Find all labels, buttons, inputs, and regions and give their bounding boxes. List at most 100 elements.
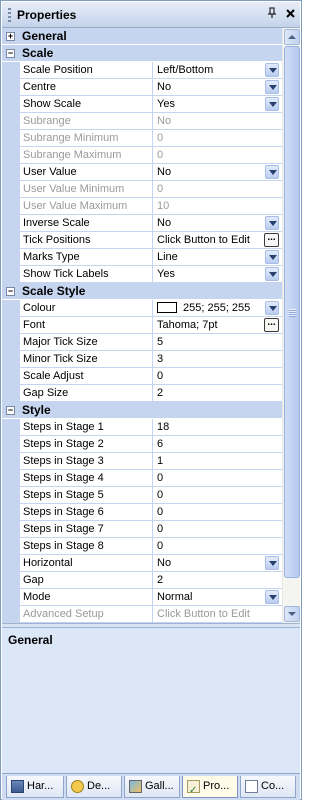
- tab-hardware[interactable]: Har...: [6, 776, 64, 798]
- property-row[interactable]: Colour 255; 255; 255: [2, 300, 282, 317]
- property-name[interactable]: Gap: [20, 572, 153, 588]
- collapse-icon[interactable]: −: [6, 406, 15, 415]
- property-name[interactable]: Scale Position: [20, 62, 153, 78]
- property-name[interactable]: Tick Positions: [20, 232, 153, 248]
- property-name[interactable]: User Value: [20, 164, 153, 180]
- property-name[interactable]: Show Tick Labels: [20, 266, 153, 282]
- property-value[interactable]: Yes: [154, 96, 282, 112]
- dropdown-arrow-icon[interactable]: [265, 590, 279, 604]
- property-row[interactable]: Inverse Scale No: [2, 215, 282, 232]
- property-value[interactable]: 3: [154, 351, 282, 367]
- property-value[interactable]: 0: [154, 470, 282, 486]
- property-row[interactable]: Horizontal No: [2, 555, 282, 572]
- property-row[interactable]: Show Tick Labels Yes: [2, 266, 282, 283]
- property-name[interactable]: Scale Adjust: [20, 368, 153, 384]
- tab-properties[interactable]: ✓ Pro...: [182, 776, 238, 798]
- property-row[interactable]: Steps in Stage 1 18: [2, 419, 282, 436]
- category-general[interactable]: + General: [2, 28, 282, 45]
- property-name[interactable]: Mode: [20, 589, 153, 605]
- collapse-icon[interactable]: −: [6, 287, 15, 296]
- category-style[interactable]: − Style: [2, 402, 282, 419]
- property-row[interactable]: Scale Position Left/Bottom: [2, 62, 282, 79]
- property-value[interactable]: Yes: [154, 266, 282, 282]
- property-name[interactable]: Steps in Stage 6: [20, 504, 153, 520]
- property-value[interactable]: Left/Bottom: [154, 62, 282, 78]
- property-value[interactable]: Line: [154, 249, 282, 265]
- close-icon[interactable]: [283, 7, 297, 21]
- property-name[interactable]: Steps in Stage 2: [20, 436, 153, 452]
- property-value[interactable]: 0: [154, 538, 282, 554]
- property-row[interactable]: Mode Normal: [2, 589, 282, 606]
- property-row[interactable]: Steps in Stage 26: [2, 436, 282, 453]
- property-name[interactable]: Major Tick Size: [20, 334, 153, 350]
- category-scale[interactable]: − Scale: [2, 45, 282, 62]
- category-scale-style[interactable]: − Scale Style: [2, 283, 282, 300]
- property-row[interactable]: Marks Type Line: [2, 249, 282, 266]
- property-row[interactable]: Steps in Stage 50: [2, 487, 282, 504]
- property-value[interactable]: 0: [154, 504, 282, 520]
- scroll-up-button[interactable]: [284, 29, 300, 45]
- panel-titlebar[interactable]: Properties: [2, 2, 300, 28]
- property-name[interactable]: Marks Type: [20, 249, 153, 265]
- property-row[interactable]: Major Tick Size 5: [2, 334, 282, 351]
- property-name[interactable]: Inverse Scale: [20, 215, 153, 231]
- property-row[interactable]: Steps in Stage 80: [2, 538, 282, 555]
- property-value[interactable]: 18: [154, 419, 282, 435]
- dropdown-arrow-icon[interactable]: [265, 63, 279, 77]
- dropdown-arrow-icon[interactable]: [265, 556, 279, 570]
- property-value[interactable]: 255; 255; 255: [154, 300, 282, 316]
- scroll-down-button[interactable]: [284, 606, 300, 622]
- property-row[interactable]: User Value No: [2, 164, 282, 181]
- property-name[interactable]: Minor Tick Size: [20, 351, 153, 367]
- property-value[interactable]: No: [154, 215, 282, 231]
- property-name[interactable]: Show Scale: [20, 96, 153, 112]
- scroll-thumb[interactable]: [284, 46, 300, 578]
- property-value[interactable]: 0: [154, 487, 282, 503]
- property-value[interactable]: Tahoma; 7pt...: [154, 317, 282, 333]
- property-name[interactable]: Steps in Stage 1: [20, 419, 153, 435]
- property-value[interactable]: 6: [154, 436, 282, 452]
- collapse-icon[interactable]: −: [6, 49, 15, 58]
- tab-gallery[interactable]: Gall...: [124, 776, 180, 798]
- property-name[interactable]: Gap Size: [20, 385, 153, 401]
- property-row[interactable]: Steps in Stage 60: [2, 504, 282, 521]
- property-name[interactable]: Steps in Stage 7: [20, 521, 153, 537]
- property-value[interactable]: 2: [154, 572, 282, 588]
- dropdown-arrow-icon[interactable]: [265, 250, 279, 264]
- property-name[interactable]: Steps in Stage 5: [20, 487, 153, 503]
- property-value[interactable]: Click Button to Edit...: [154, 232, 282, 248]
- property-row[interactable]: Tick Positions Click Button to Edit...: [2, 232, 282, 249]
- property-row[interactable]: Gap 2: [2, 572, 282, 589]
- vertical-scrollbar[interactable]: [282, 28, 300, 623]
- property-value[interactable]: 2: [154, 385, 282, 401]
- property-name[interactable]: Horizontal: [20, 555, 153, 571]
- property-name[interactable]: Steps in Stage 4: [20, 470, 153, 486]
- property-row[interactable]: Steps in Stage 40: [2, 470, 282, 487]
- property-row[interactable]: Centre No: [2, 79, 282, 96]
- dropdown-arrow-icon[interactable]: [265, 267, 279, 281]
- property-value[interactable]: Normal: [154, 589, 282, 605]
- property-row[interactable]: Show Scale Yes: [2, 96, 282, 113]
- property-row[interactable]: Scale Adjust 0: [2, 368, 282, 385]
- pin-icon[interactable]: [265, 7, 279, 21]
- property-name[interactable]: Colour: [20, 300, 153, 316]
- property-row[interactable]: Steps in Stage 31: [2, 453, 282, 470]
- property-row[interactable]: Steps in Stage 70: [2, 521, 282, 538]
- property-name[interactable]: Steps in Stage 3: [20, 453, 153, 469]
- property-row[interactable]: Font Tahoma; 7pt...: [2, 317, 282, 334]
- property-row[interactable]: Gap Size 2: [2, 385, 282, 402]
- expand-icon[interactable]: +: [6, 32, 15, 41]
- property-value[interactable]: 0: [154, 521, 282, 537]
- drag-grip[interactable]: [8, 8, 11, 22]
- property-value[interactable]: No: [154, 164, 282, 180]
- property-name[interactable]: Steps in Stage 8: [20, 538, 153, 554]
- ellipsis-button[interactable]: ...: [264, 233, 279, 247]
- tab-console[interactable]: Co...: [240, 776, 296, 798]
- property-name[interactable]: Font: [20, 317, 153, 333]
- property-value[interactable]: 5: [154, 334, 282, 350]
- dropdown-arrow-icon[interactable]: [265, 80, 279, 94]
- property-row[interactable]: Minor Tick Size 3: [2, 351, 282, 368]
- property-value[interactable]: 0: [154, 368, 282, 384]
- dropdown-arrow-icon[interactable]: [265, 97, 279, 111]
- dropdown-arrow-icon[interactable]: [265, 165, 279, 179]
